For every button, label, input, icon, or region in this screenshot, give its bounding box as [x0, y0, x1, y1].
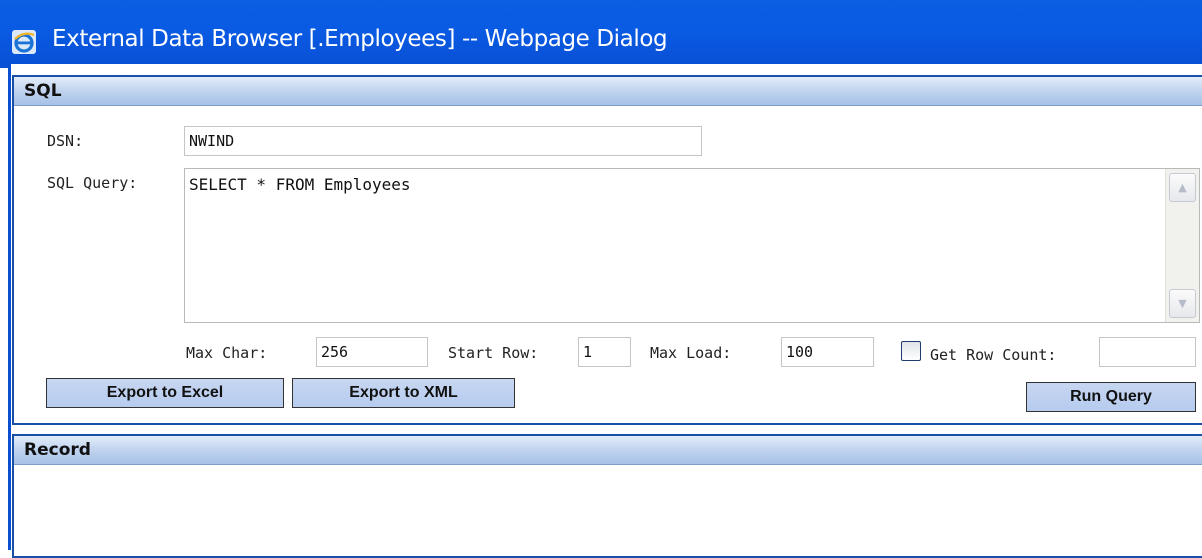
dsn-label: DSN: — [47, 132, 84, 150]
sql-query-label: SQL Query: — [47, 174, 138, 192]
export-to-excel-button[interactable]: Export to Excel — [46, 378, 284, 408]
get-row-count-checkbox[interactable] — [901, 341, 921, 361]
max-char-field[interactable]: 256 — [316, 337, 428, 367]
max-char-label: Max Char: — [186, 344, 268, 362]
run-query-button[interactable]: Run Query — [1026, 382, 1196, 412]
window-title: External Data Browser [.Employees] -- We… — [52, 26, 668, 52]
sql-query-text: SELECT * FROM Employees — [189, 175, 411, 194]
title-bar[interactable]: External Data Browser [.Employees] -- We… — [0, 0, 1202, 68]
vertical-scrollbar[interactable]: ▲ ▼ — [1165, 169, 1199, 322]
record-section-header: Record — [14, 436, 1202, 465]
scroll-down-icon[interactable]: ▼ — [1169, 289, 1196, 318]
internet-explorer-icon — [12, 30, 36, 54]
export-to-xml-button[interactable]: Export to XML — [292, 378, 515, 408]
get-row-count-label: Get Row Count: — [930, 346, 1057, 364]
sql-query-textarea[interactable]: SELECT * FROM Employees ▲ ▼ — [184, 168, 1200, 323]
record-section: Record — [12, 434, 1202, 558]
start-row-label: Start Row: — [448, 344, 539, 362]
sql-section-header: SQL — [14, 77, 1202, 106]
max-load-field[interactable]: 100 — [781, 337, 874, 367]
dsn-field[interactable]: NWIND — [184, 126, 702, 156]
max-load-label: Max Load: — [650, 344, 732, 362]
start-row-field[interactable]: 1 — [578, 337, 631, 367]
get-row-count-field[interactable] — [1099, 337, 1196, 367]
scroll-up-icon[interactable]: ▲ — [1169, 173, 1196, 202]
